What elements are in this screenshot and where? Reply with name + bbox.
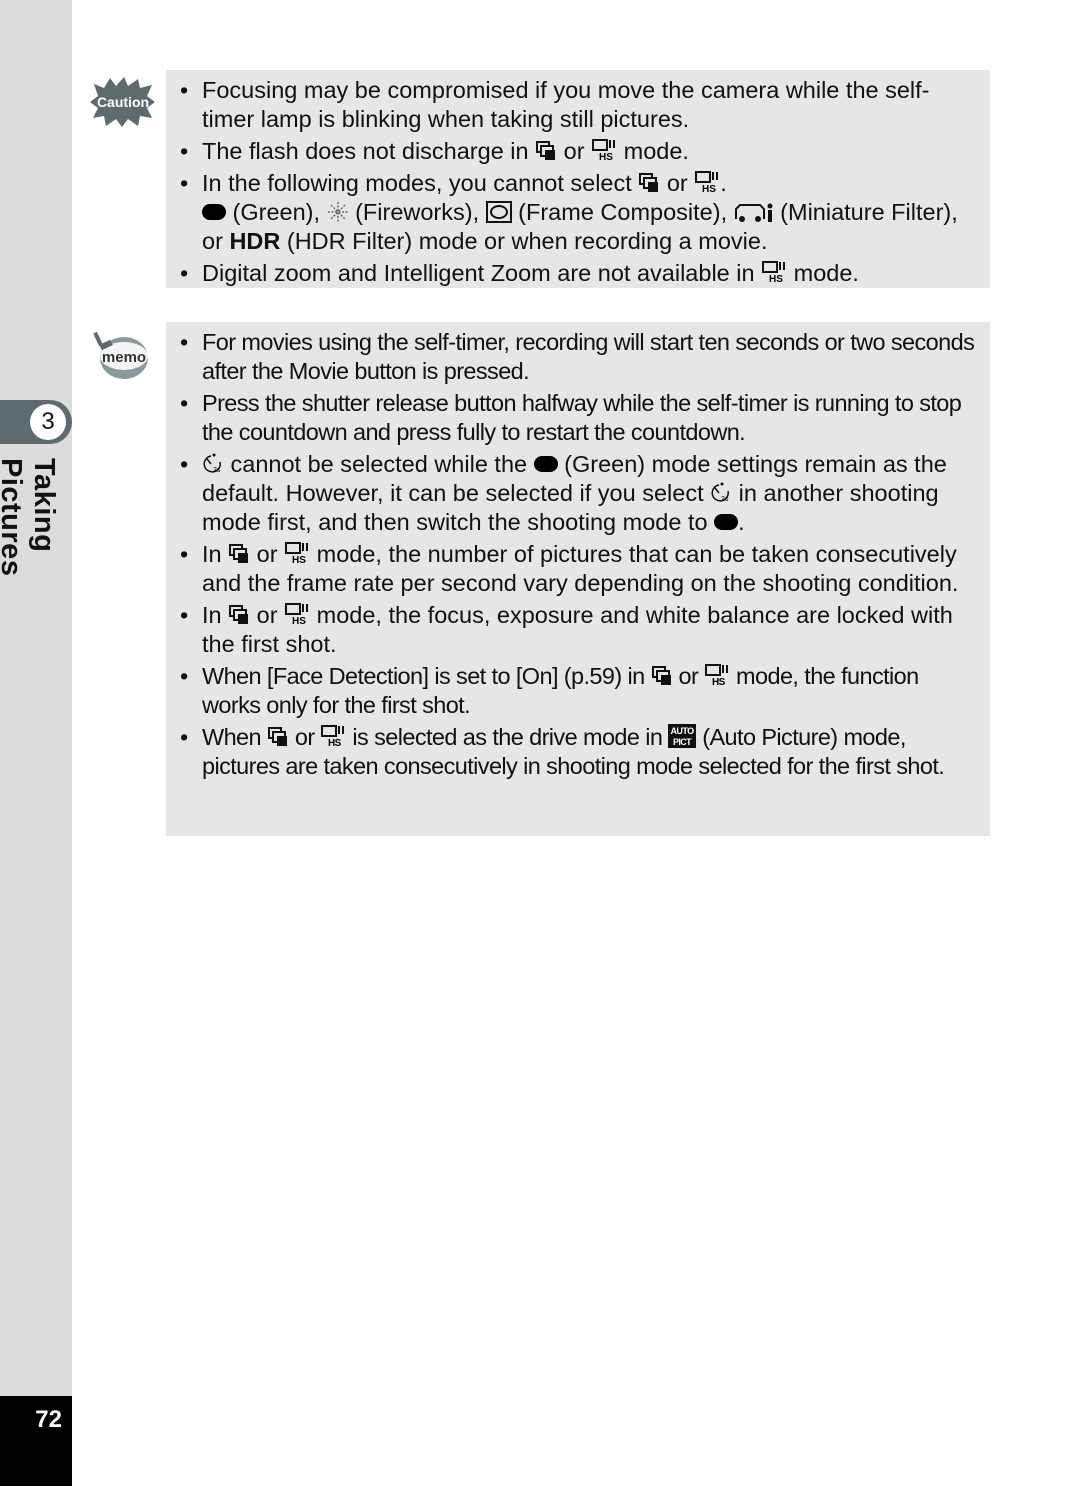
burst-shooting-hs-icon: HS: [285, 542, 309, 565]
svg-text:HS: HS: [702, 184, 716, 194]
frame-composite-icon: [485, 201, 512, 223]
burst-shooting-hs-icon: HS: [695, 171, 719, 194]
continuous-shooting-icon: [267, 727, 287, 746]
text: mode, the focus, exposure and white bala…: [202, 602, 953, 657]
text: In: [202, 602, 229, 628]
svg-text:2s: 2s: [213, 467, 221, 474]
chapter-number: 3: [30, 404, 66, 440]
burst-shooting-hs-icon: HS: [762, 261, 786, 284]
svg-text:HS: HS: [769, 274, 783, 284]
memo-icon: memo: [93, 331, 148, 379]
memo-item: For movies using the self-timer, recordi…: [180, 328, 976, 386]
continuous-shooting-icon: [229, 544, 249, 563]
caution-item: Focusing may be compromised if you move …: [180, 76, 976, 134]
text: or: [250, 602, 285, 628]
chapter-sidebar: [0, 0, 72, 1486]
text: Digital zoom and Intelligent Zoom are no…: [202, 260, 762, 286]
text: or: [557, 138, 592, 164]
memo-item: In or HS mode, the number of pictures th…: [180, 540, 976, 598]
svg-text:HS: HS: [292, 616, 306, 626]
memo-item: When or HS is selected as the drive mode…: [180, 723, 976, 781]
text: mode.: [617, 138, 689, 164]
hdr-icon: HDR: [229, 228, 281, 254]
auto-picture-icon: AUTOPICT: [668, 724, 697, 748]
caution-item-text: Focusing may be compromised if you move …: [202, 77, 930, 132]
memo-item: In or HS mode, the focus, exposure and w…: [180, 601, 976, 659]
text: (Frame Composite),: [511, 199, 734, 225]
svg-text:memo: memo: [102, 349, 146, 366]
svg-text:HS: HS: [328, 738, 342, 748]
svg-text:AUTO: AUTO: [671, 726, 695, 736]
burst-shooting-hs-icon: HS: [321, 725, 345, 748]
burst-shooting-hs-icon: HS: [592, 139, 616, 162]
continuous-shooting-icon: [229, 605, 249, 624]
text: In the following modes, you cannot selec…: [202, 170, 639, 196]
continuous-shooting-icon: [536, 141, 556, 160]
memo-box: For movies using the self-timer, recordi…: [166, 322, 990, 836]
continuous-shooting-icon: [639, 173, 659, 192]
memo-item-text: Press the shutter release button halfway…: [202, 390, 962, 445]
self-timer-2s-icon: 2s: [711, 482, 730, 503]
chapter-title: Taking Pictures: [0, 458, 60, 577]
caution-item: The flash does not discharge in or HS mo…: [180, 137, 976, 166]
text: mode.: [787, 260, 859, 286]
svg-text:HS: HS: [712, 677, 726, 687]
svg-text:2s: 2s: [721, 496, 729, 503]
caution-icon: Caution: [90, 77, 155, 127]
memo-item: Press the shutter release button halfway…: [180, 389, 976, 447]
caution-box: Focusing may be compromised if you move …: [166, 70, 990, 288]
svg-text:PICT: PICT: [673, 737, 692, 747]
page-number-box: 72: [0, 1396, 72, 1486]
text: When [Face Detection] is set to [On] (p.…: [202, 663, 651, 689]
memo-item: 2s cannot be selected while the (Green) …: [180, 450, 976, 537]
text: or: [672, 663, 705, 689]
svg-text:Caution: Caution: [97, 94, 149, 110]
continuous-shooting-icon: [651, 666, 671, 685]
green-mode-icon: [533, 456, 558, 472]
text: (Fireworks),: [348, 199, 486, 225]
memo-item-text: For movies using the self-timer, recordi…: [202, 329, 975, 384]
text: or: [288, 724, 321, 750]
page-number: 72: [35, 1406, 62, 1433]
text: mode, the number of pictures that can be…: [202, 541, 959, 596]
text: .: [720, 170, 727, 196]
text: In: [202, 541, 229, 567]
text: (HDR Filter) mode or when recording a mo…: [280, 228, 768, 254]
text: or: [660, 170, 695, 196]
text: .: [738, 509, 745, 535]
burst-shooting-hs-icon: HS: [705, 664, 729, 687]
text: (Green),: [226, 199, 327, 225]
svg-text:HS: HS: [292, 555, 306, 565]
svg-text:HS: HS: [599, 152, 613, 162]
memo-item: When [Face Detection] is set to [On] (p.…: [180, 662, 976, 720]
caution-item: In the following modes, you cannot selec…: [180, 169, 976, 256]
self-timer-2s-icon: 2s: [203, 453, 221, 474]
miniature-filter-icon: [734, 203, 773, 222]
text: is selected as the drive mode in: [346, 724, 669, 750]
caution-item: Digital zoom and Intelligent Zoom are no…: [180, 259, 976, 288]
text: cannot be selected while the: [224, 451, 534, 477]
text: When: [202, 724, 267, 750]
text: or: [250, 541, 285, 567]
green-mode-icon: [714, 514, 739, 530]
text: The flash does not discharge in: [202, 138, 536, 164]
burst-shooting-hs-icon: HS: [285, 603, 309, 626]
green-mode-icon: [202, 204, 226, 220]
fireworks-icon: [327, 202, 348, 222]
